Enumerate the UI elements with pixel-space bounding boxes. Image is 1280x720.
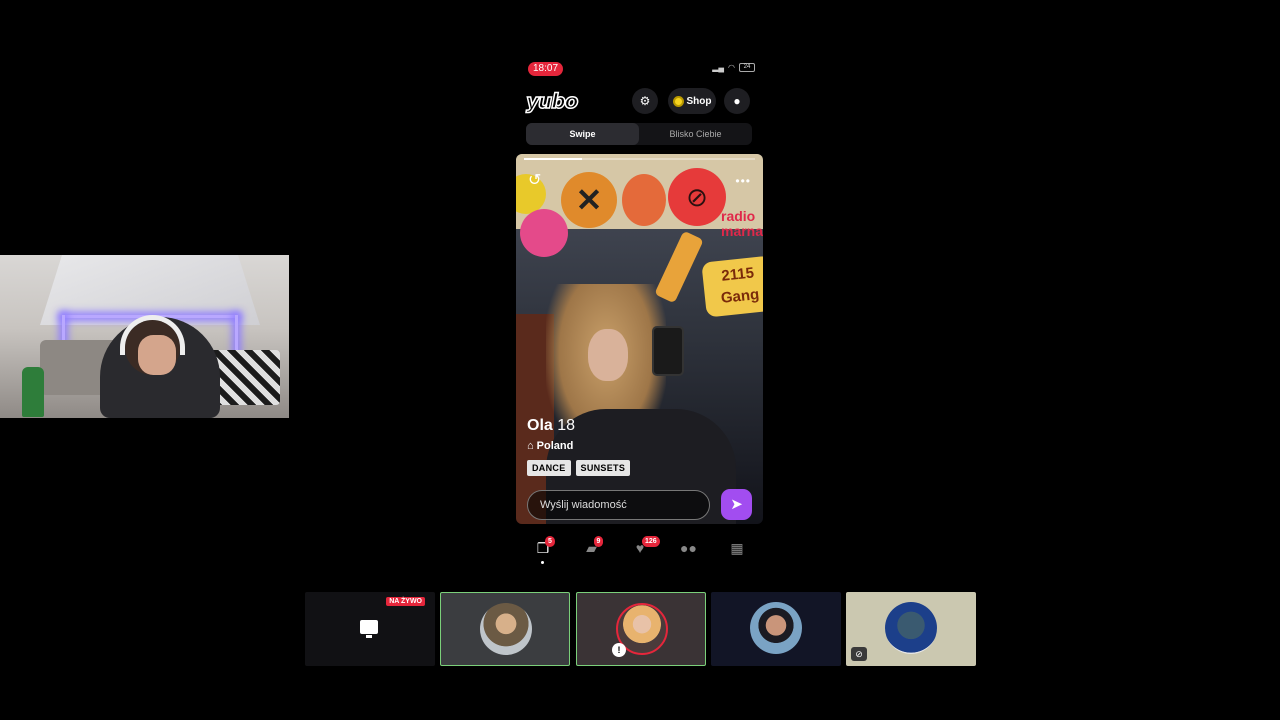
nav-grid[interactable]: ▦: [722, 536, 752, 566]
app-header: yubo ⚙ Shop ●: [516, 86, 763, 116]
participant-tile[interactable]: [440, 592, 570, 666]
profile-tags: DANCE SUNSETS: [527, 460, 631, 476]
swipe-badge: 5: [545, 536, 555, 547]
camera-off-icon: ⊘: [851, 647, 867, 661]
webcam-overlay: [0, 255, 289, 418]
status-icons: ▂▄ ◠ 24: [712, 63, 755, 72]
battery-icon: 24: [739, 63, 755, 72]
user-icon: ●: [733, 94, 741, 108]
shop-button[interactable]: Shop: [668, 88, 716, 114]
signal-icon: ▂▄: [712, 63, 725, 72]
pink-sticker: [520, 209, 568, 257]
gang-sticker: 2115 Gang: [701, 255, 763, 318]
profile-name-text: Ola: [527, 417, 553, 434]
muted-icon: !: [612, 643, 626, 657]
message-input[interactable]: Wyślij wiadomość: [527, 490, 710, 520]
profile-button[interactable]: ●: [724, 88, 750, 114]
nav-swipe[interactable]: ❐ 5: [528, 536, 558, 566]
profile-name: Ola 18: [527, 417, 575, 435]
home-icon: ⌂: [527, 440, 534, 452]
status-bar: 18:07 ▂▄ ◠ 24: [516, 56, 763, 82]
led-strip-right: [235, 315, 238, 355]
profile-card[interactable]: ✕ ⊘ radio marna 2115 Gang ↺ ••• Ola 18 ⌂…: [516, 154, 763, 524]
undo-icon[interactable]: ↺: [528, 171, 548, 191]
screen-share-icon: [360, 620, 378, 638]
wifi-icon: ◠: [728, 63, 735, 72]
yubo-logo: yubo: [525, 88, 579, 114]
coin-icon: [672, 95, 684, 107]
profile-age: 18: [557, 417, 576, 434]
mirror-phone: [652, 326, 684, 376]
participant-tile[interactable]: [711, 592, 841, 666]
chat-badge: 9: [593, 536, 604, 547]
bottom-nav: ❐ 5 ▰ 9 ♥ 126 ●● ▦: [528, 536, 752, 566]
orange-sticker: [622, 174, 666, 226]
live-badge: NA ŻYWO: [386, 597, 425, 606]
avatar: [480, 603, 532, 655]
grid-icon: ▦: [730, 540, 744, 556]
profile-location: ⌂ Poland: [527, 440, 573, 452]
tab-swipe[interactable]: Swipe: [526, 123, 639, 145]
avatar: [885, 602, 937, 654]
status-time: 18:07: [528, 62, 563, 76]
likes-badge: 126: [642, 536, 660, 547]
nav-likes[interactable]: ♥ 126: [625, 536, 660, 566]
participant-tile[interactable]: ⊘: [846, 592, 976, 666]
webcam-bottle: [22, 367, 44, 417]
tag-sunsets: SUNSETS: [575, 460, 631, 476]
nav-chat[interactable]: ▰ 9: [577, 536, 607, 566]
participant-tile-screen[interactable]: NA ŻYWO: [305, 592, 435, 666]
photo-progress-fill: [524, 158, 582, 160]
profile-face: [588, 329, 628, 381]
nav-friends[interactable]: ●●: [674, 536, 704, 566]
filters-button[interactable]: ⚙: [632, 88, 658, 114]
mode-tabs: Swipe Blisko Ciebie: [526, 123, 752, 145]
phone-screen: 18:07 ▂▄ ◠ 24 yubo ⚙ Shop ● Swipe Blisko…: [516, 56, 763, 584]
sliders-icon: ⚙: [639, 94, 651, 108]
avatar: [750, 602, 802, 654]
send-button[interactable]: ➤: [721, 489, 752, 520]
tag-dance: DANCE: [527, 460, 571, 476]
profile-country: Poland: [536, 440, 574, 452]
rocket-icon: ➤: [730, 496, 743, 513]
active-indicator: [541, 561, 544, 564]
more-options-icon[interactable]: •••: [735, 174, 751, 188]
photo-progress: [524, 158, 755, 160]
radio-sticker: radio marna: [721, 208, 763, 239]
friends-icon: ●●: [680, 540, 697, 556]
tab-nearby[interactable]: Blisko Ciebie: [639, 123, 752, 145]
participant-tile[interactable]: !: [576, 592, 706, 666]
x-sticker: ✕: [561, 172, 617, 228]
eye-sticker: ⊘: [668, 168, 726, 226]
shop-label: Shop: [686, 95, 712, 107]
